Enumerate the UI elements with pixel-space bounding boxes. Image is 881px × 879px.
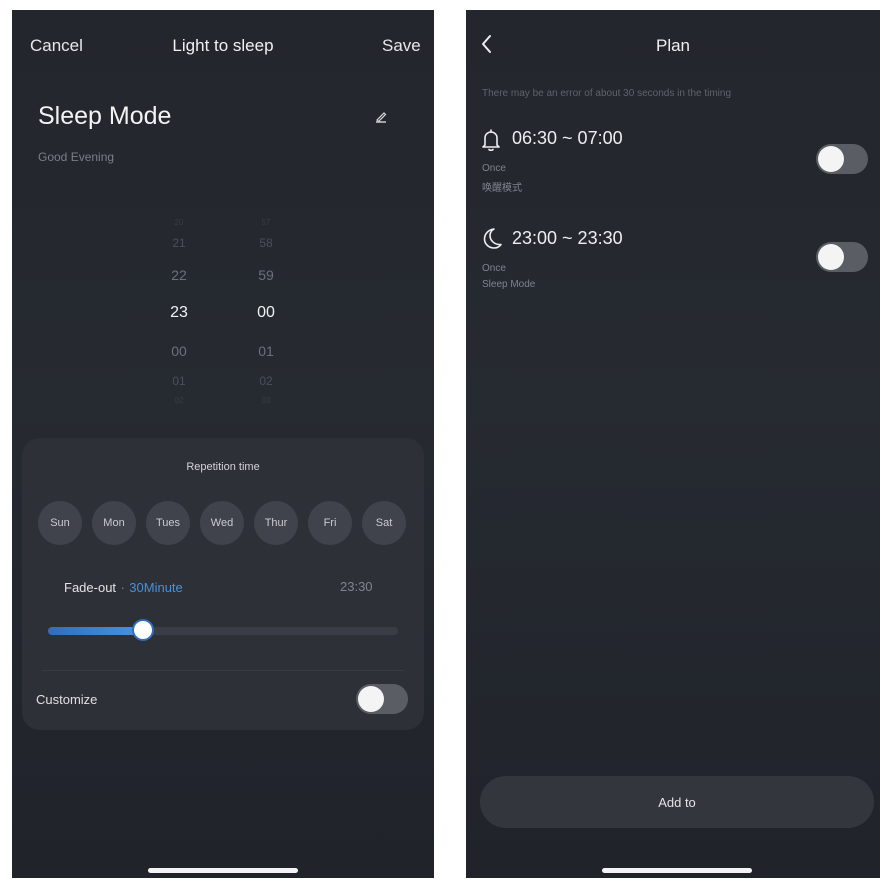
plan-toggle[interactable] xyxy=(816,144,868,174)
mode-subtitle: Good Evening xyxy=(38,150,115,164)
page-title: Light to sleep xyxy=(172,36,274,55)
repetition-title: Repetition time xyxy=(186,461,260,473)
day-tues[interactable]: Tues xyxy=(146,501,190,545)
day-mon[interactable]: Mon xyxy=(92,501,136,545)
day-fri[interactable]: Fri xyxy=(308,501,352,545)
picker-hour: 21 xyxy=(172,236,186,250)
picker-hour: 22 xyxy=(171,267,187,283)
picker-minute: 02 xyxy=(259,374,273,388)
slider-thumb[interactable] xyxy=(133,621,152,639)
moon-icon xyxy=(480,226,504,250)
home-indicator xyxy=(602,868,752,873)
toggle-knob xyxy=(818,146,844,172)
save-button[interactable]: Save xyxy=(382,36,421,56)
plan-item[interactable]: 06:30 ~ 07:00 Once 唤醒模式 xyxy=(480,124,870,204)
pencil-icon[interactable] xyxy=(374,110,388,124)
day-thur[interactable]: Thur xyxy=(254,501,298,545)
customize-label: Customize xyxy=(36,692,98,707)
light-to-sleep-screen: Cancel Light to sleep Save Sleep Mode Go… xyxy=(12,10,434,878)
plan-item[interactable]: 23:00 ~ 23:30 Once Sleep Mode xyxy=(480,222,870,302)
fade-out-slider[interactable] xyxy=(48,621,398,639)
minute-picker[interactable]: 57 58 59 00 01 02 03 xyxy=(241,210,291,410)
picker-hour: 20 xyxy=(174,218,184,227)
picker-minute: 58 xyxy=(259,236,273,250)
plan-screen: Plan There may be an error of about 30 s… xyxy=(466,10,880,878)
slider-fill xyxy=(48,627,143,635)
fade-out-row: Fade-out · 30Minute xyxy=(64,579,183,597)
picker-minute: 01 xyxy=(258,343,274,359)
plan-toggle[interactable] xyxy=(816,242,868,272)
hour-picker[interactable]: 20 21 22 23 00 01 02 xyxy=(154,210,204,410)
fade-out-separator: · xyxy=(120,580,125,595)
repetition-card: Repetition time Sun Mon Tues Wed Thur Fr… xyxy=(22,438,424,730)
picker-hour: 00 xyxy=(171,343,187,359)
picker-minute: 57 xyxy=(261,218,271,227)
day-wed[interactable]: Wed xyxy=(200,501,244,545)
picker-hour-selected: 23 xyxy=(170,304,188,321)
bell-icon xyxy=(480,128,502,152)
plan-time-range: 23:00 ~ 23:30 xyxy=(512,228,623,248)
plan-mode: 唤醒模式 xyxy=(482,183,522,194)
plan-mode: Sleep Mode xyxy=(482,279,536,290)
picker-minute: 03 xyxy=(261,396,271,405)
chevron-left-icon[interactable] xyxy=(480,34,494,54)
picker-hour: 02 xyxy=(174,396,184,405)
customize-toggle[interactable] xyxy=(356,684,408,714)
page-title: Plan xyxy=(655,36,691,55)
fade-out-value: 30Minute xyxy=(129,580,183,595)
home-indicator xyxy=(148,868,298,873)
fade-out-end-time: 23:30 xyxy=(340,579,373,594)
toggle-knob xyxy=(358,686,384,712)
picker-hour: 01 xyxy=(172,374,186,388)
timing-notice: There may be an error of about 30 second… xyxy=(482,88,732,99)
picker-minute-selected: 00 xyxy=(257,304,275,321)
cancel-button[interactable]: Cancel xyxy=(30,36,83,56)
mode-title: Sleep Mode xyxy=(38,102,172,130)
day-sat[interactable]: Sat xyxy=(362,501,406,545)
day-sun[interactable]: Sun xyxy=(38,501,82,545)
divider xyxy=(42,670,404,671)
picker-minute: 59 xyxy=(258,267,274,283)
add-plan-button[interactable]: Add to xyxy=(480,776,874,828)
plan-repeat: Once xyxy=(482,263,506,274)
plan-repeat: Once xyxy=(482,163,506,174)
plan-time-range: 06:30 ~ 07:00 xyxy=(512,128,623,148)
fade-out-label: Fade-out xyxy=(64,580,117,595)
toggle-knob xyxy=(818,244,844,270)
